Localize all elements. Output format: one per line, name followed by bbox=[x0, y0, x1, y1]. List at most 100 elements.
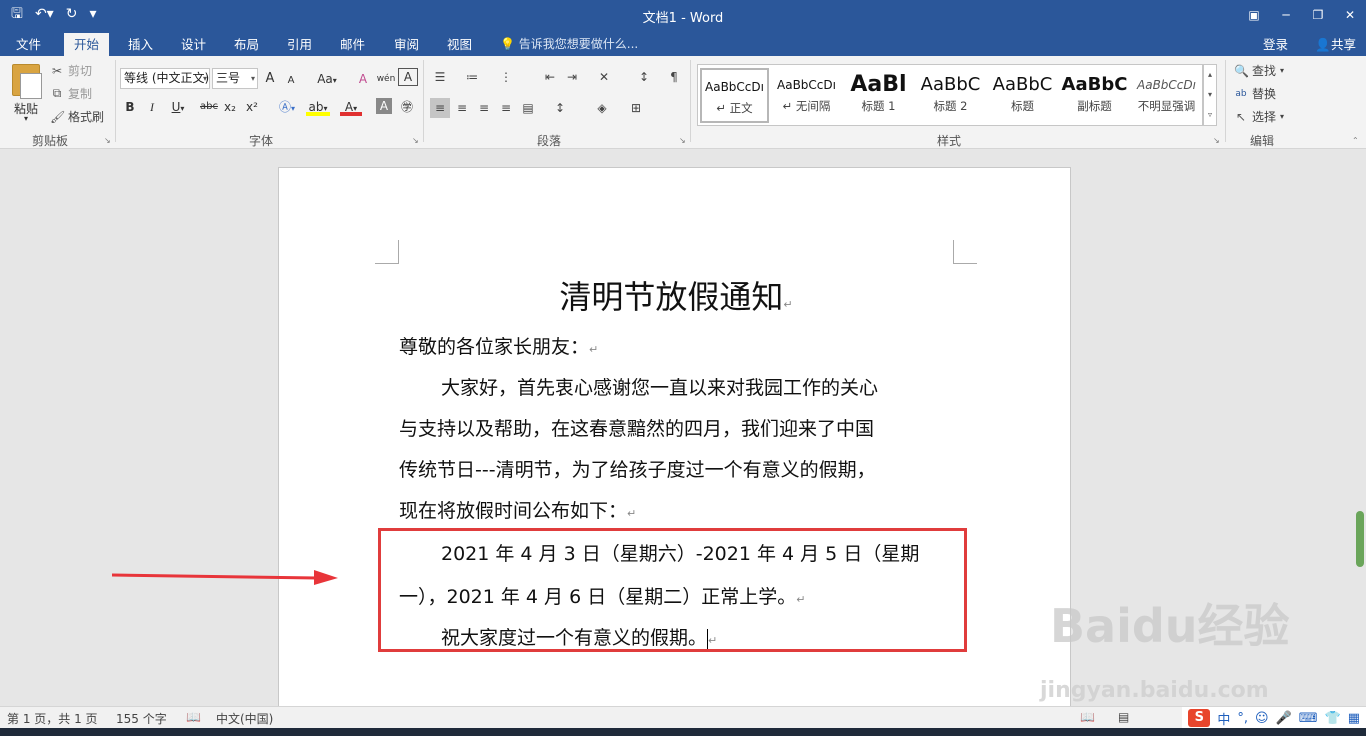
tab-home[interactable]: 开始 bbox=[64, 33, 110, 56]
tab-file[interactable]: 文件 bbox=[6, 33, 51, 56]
group-divider bbox=[423, 60, 424, 142]
font-size-combo[interactable]: 三号 ▾ bbox=[212, 68, 258, 89]
read-mode-icon[interactable]: 📖 bbox=[1080, 710, 1095, 724]
annotation-arrow-icon bbox=[112, 570, 338, 585]
chevron-down-icon[interactable]: ▾ bbox=[1204, 85, 1216, 105]
clipboard-launcher-icon[interactable]: ↘ bbox=[104, 136, 111, 145]
page-count[interactable]: 第 1 页，共 1 页 bbox=[7, 710, 98, 727]
change-case-label: Aa bbox=[317, 72, 333, 86]
font-launcher-icon[interactable]: ↘ bbox=[412, 136, 419, 145]
change-case-button[interactable]: Aa▾ bbox=[312, 68, 342, 90]
cursor-icon: ↖ bbox=[1235, 109, 1247, 124]
ime-mode[interactable]: 中 bbox=[1217, 709, 1230, 728]
clipboard-group-label: 剪贴板 bbox=[32, 134, 69, 148]
align-right-icon[interactable]: ≡ bbox=[474, 98, 494, 118]
distributed-icon[interactable]: ▤ bbox=[518, 98, 538, 118]
subscript-button[interactable]: x₂ bbox=[222, 96, 238, 118]
show-marks-icon[interactable]: ¶ bbox=[664, 67, 684, 87]
sort-icon[interactable]: ↕ bbox=[634, 67, 654, 87]
group-divider bbox=[115, 60, 116, 142]
emoji-icon[interactable]: ☺ bbox=[1255, 711, 1269, 726]
style-sample: AaBbCcDı bbox=[705, 80, 764, 94]
style-no-spacing[interactable]: AaBbCcDı ↵ 无间隔 bbox=[772, 68, 841, 123]
asian-layout-icon[interactable]: ✕ bbox=[594, 67, 614, 87]
copy-button[interactable]: ⧉ 复制 bbox=[50, 85, 92, 102]
phonetic-guide-button[interactable]: wén bbox=[376, 68, 396, 90]
replace-button[interactable]: ab 替换 bbox=[1234, 85, 1276, 102]
style-normal[interactable]: AaBbCcDı ↵ 正文 bbox=[700, 68, 769, 123]
char-shading-button[interactable]: A bbox=[376, 98, 392, 114]
style-name: 标题 2 bbox=[933, 99, 968, 113]
style-name: 标题 1 bbox=[861, 99, 896, 113]
paragraph-mark: ↵ bbox=[783, 298, 793, 311]
tab-mailings[interactable]: 邮件 bbox=[330, 33, 375, 56]
style-subtle-emphasis[interactable]: AaBbCcDı 不明显强调 bbox=[1132, 68, 1201, 123]
ribbon-display-icon[interactable]: ▣ bbox=[1238, 0, 1270, 30]
multilevel-list-icon[interactable]: ⋮ bbox=[496, 67, 516, 87]
grow-font-button[interactable]: A bbox=[262, 68, 278, 90]
find-button[interactable]: 🔍 查找 ▾ bbox=[1234, 62, 1284, 79]
tell-me-box[interactable]: 💡 告诉我您想要做什么... bbox=[500, 33, 638, 56]
skin-icon[interactable]: 👕 bbox=[1325, 711, 1341, 726]
paragraph-launcher-icon[interactable]: ↘ bbox=[679, 136, 686, 145]
word-count[interactable]: 155 个字 bbox=[116, 710, 167, 727]
superscript-button[interactable]: x² bbox=[244, 96, 260, 118]
styles-launcher-icon[interactable]: ↘ bbox=[1213, 136, 1220, 145]
bullets-icon[interactable]: ☰ bbox=[430, 67, 450, 87]
tab-view[interactable]: 视图 bbox=[437, 33, 482, 56]
vertical-scrollbar-thumb[interactable] bbox=[1356, 511, 1364, 567]
increase-indent-icon[interactable]: ⇥ bbox=[562, 67, 582, 87]
style-subtitle[interactable]: AaBbC 副标题 bbox=[1060, 68, 1129, 123]
toolbox-icon[interactable]: ▦ bbox=[1348, 711, 1360, 726]
underline-button[interactable]: U▾ bbox=[168, 96, 188, 118]
ime-punctuation[interactable]: °, bbox=[1237, 711, 1248, 726]
tab-references[interactable]: 引用 bbox=[277, 33, 322, 56]
bold-button[interactable]: B bbox=[124, 96, 136, 118]
style-heading-2[interactable]: AaBbC 标题 2 bbox=[916, 68, 985, 123]
microphone-icon[interactable]: 🎤 bbox=[1276, 711, 1292, 726]
select-button[interactable]: ↖ 选择 ▾ bbox=[1234, 108, 1284, 125]
tab-review[interactable]: 审阅 bbox=[384, 33, 429, 56]
restore-icon[interactable]: ❐ bbox=[1302, 0, 1334, 30]
borders-icon[interactable]: ⊞ bbox=[626, 98, 646, 118]
proofing-icon[interactable]: 📖 bbox=[186, 710, 201, 724]
italic-button[interactable]: I bbox=[146, 96, 158, 118]
align-center-icon[interactable]: ≡ bbox=[452, 98, 472, 118]
paste-button[interactable]: 粘贴 ▾ bbox=[8, 62, 44, 128]
tab-layout[interactable]: 布局 bbox=[224, 33, 269, 56]
numbering-icon[interactable]: ≔ bbox=[462, 67, 482, 87]
enclose-char-icon[interactable]: ㊫ bbox=[398, 96, 416, 118]
font-name-combo[interactable]: 等线 (中文正文) ▾ bbox=[120, 68, 210, 89]
align-left-icon[interactable]: ≡ bbox=[430, 98, 450, 118]
language[interactable]: 中文(中国) bbox=[216, 710, 273, 727]
shading-icon[interactable]: ◈ bbox=[592, 98, 612, 118]
format-painter-button[interactable]: 🖌 格式刷 bbox=[50, 108, 104, 125]
keyboard-icon[interactable]: ⌨ bbox=[1299, 711, 1318, 726]
font-color-button[interactable]: A▾ bbox=[340, 96, 362, 116]
justify-icon[interactable]: ≡ bbox=[496, 98, 516, 118]
tab-design[interactable]: 设计 bbox=[171, 33, 216, 56]
print-layout-icon[interactable]: ▤ bbox=[1118, 710, 1129, 724]
sogou-logo[interactable]: S bbox=[1188, 709, 1211, 727]
style-title[interactable]: AaBbC 标题 bbox=[988, 68, 1057, 123]
line-spacing-icon[interactable]: ↕ bbox=[550, 98, 570, 118]
collapse-ribbon-icon[interactable]: ⌃ bbox=[1352, 136, 1359, 145]
char-border-button[interactable]: A bbox=[398, 68, 418, 86]
share-button[interactable]: 👤共享 bbox=[1315, 33, 1356, 56]
style-heading-1[interactable]: AaBl 标题 1 bbox=[844, 68, 913, 123]
shrink-font-button[interactable]: A bbox=[284, 70, 298, 92]
chevron-up-icon[interactable]: ▴ bbox=[1204, 65, 1216, 85]
close-icon[interactable]: ✕ bbox=[1334, 0, 1366, 30]
highlight-button[interactable]: ab▾ bbox=[306, 96, 330, 116]
text-effects-button[interactable]: Ⓐ▾ bbox=[276, 96, 298, 118]
strikethrough-button[interactable]: abc bbox=[198, 96, 220, 118]
more-icon[interactable]: ▿ bbox=[1204, 105, 1216, 125]
minimize-icon[interactable]: ─ bbox=[1270, 0, 1302, 30]
copy-label: 复制 bbox=[68, 87, 93, 101]
cut-button[interactable]: ✂ 剪切 bbox=[50, 62, 92, 79]
clear-formatting-button[interactable]: A bbox=[354, 68, 372, 90]
gallery-scroll[interactable]: ▴ ▾ ▿ bbox=[1203, 64, 1217, 126]
login-link[interactable]: 登录 bbox=[1263, 33, 1288, 56]
decrease-indent-icon[interactable]: ⇤ bbox=[540, 67, 560, 87]
tab-insert[interactable]: 插入 bbox=[118, 33, 163, 56]
